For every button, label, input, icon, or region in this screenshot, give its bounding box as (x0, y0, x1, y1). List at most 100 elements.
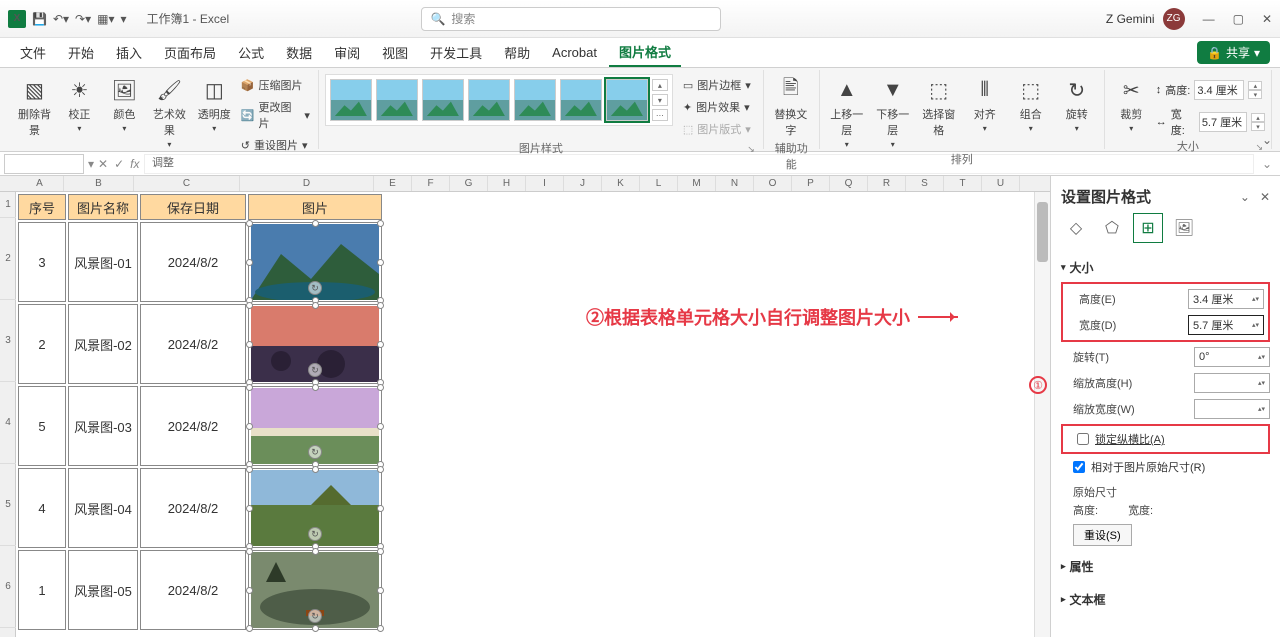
relative-original-checkbox[interactable]: 相对于图片原始尺寸(R) (1061, 456, 1270, 478)
share-button[interactable]: 🔒 共享 ▾ (1197, 41, 1270, 64)
collapse-ribbon-icon[interactable]: ⌄ (1262, 133, 1272, 147)
row-header-3[interactable]: 3 (0, 300, 16, 382)
col-header-G[interactable]: G (450, 176, 488, 191)
undo-icon[interactable]: ↶▾ (53, 12, 69, 26)
selection-pane-button[interactable]: ⬚选择窗格 (918, 74, 960, 140)
row-header-6[interactable]: 6 (0, 546, 16, 628)
rotate-handle-icon[interactable]: ↻ (308, 281, 322, 295)
cell-name[interactable]: 风景图-04 (68, 468, 138, 548)
col-header-S[interactable]: S (906, 176, 944, 191)
tab-review[interactable]: 审阅 (324, 39, 370, 66)
section-size[interactable]: ▾大小 (1061, 255, 1270, 280)
send-backward-button[interactable]: ▼下移一层▾ (872, 74, 914, 151)
remove-background-button[interactable]: ▧删除背景 (14, 74, 55, 140)
pane-close-icon[interactable]: ✕ (1260, 190, 1270, 204)
style-thumb-6[interactable] (560, 79, 602, 121)
cell-picture[interactable]: ↻ (248, 386, 382, 466)
row-header-2[interactable]: 2 (0, 218, 16, 300)
tab-file[interactable]: 文件 (10, 39, 56, 66)
tab-view[interactable]: 视图 (372, 39, 418, 66)
transparency-button[interactable]: ◫透明度▾ (194, 74, 235, 135)
artistic-effects-button[interactable]: 🖌艺术效果▾ (149, 74, 190, 151)
cell-picture[interactable]: ↻ (248, 304, 382, 384)
col-header-N[interactable]: N (716, 176, 754, 191)
align-button[interactable]: ⫴对齐▾ (964, 74, 1006, 135)
tab-insert[interactable]: 插入 (106, 39, 152, 66)
section-textbox[interactable]: ▸文本框 (1061, 587, 1270, 612)
row-header-5[interactable]: 5 (0, 464, 16, 546)
col-header-M[interactable]: M (678, 176, 716, 191)
qat-more-icon[interactable]: ▾ (120, 12, 126, 26)
pane-rotate-input[interactable]: 0°▴▾ (1194, 347, 1270, 367)
cell-name[interactable]: 风景图-03 (68, 386, 138, 466)
pane-tab-size-icon[interactable]: ⊞ (1133, 213, 1163, 243)
user-name[interactable]: Z Gemini (1106, 12, 1155, 26)
search-input[interactable]: 🔍 搜索 (421, 7, 721, 31)
compress-button[interactable]: 📦 压缩图片 (239, 76, 312, 94)
row-header-1[interactable]: 1 (0, 192, 16, 218)
tab-picture-format[interactable]: 图片格式 (609, 38, 681, 67)
cell-date[interactable]: 2024/8/2 (140, 468, 246, 548)
col-header-I[interactable]: I (526, 176, 564, 191)
change-picture-button[interactable]: 🔄 更改图片 ▾ (239, 98, 312, 132)
picture-layout-button[interactable]: ⬚ 图片版式 ▾ (681, 120, 753, 138)
corrections-button[interactable]: ☀校正▾ (59, 74, 100, 135)
height-down[interactable]: ▾ (1248, 90, 1262, 99)
height-up[interactable]: ▴ (1248, 81, 1262, 90)
cell-picture[interactable]: ↻ (248, 550, 382, 630)
width-up[interactable]: ▴ (1251, 113, 1265, 122)
picture-border-button[interactable]: ▭ 图片边框 ▾ (681, 76, 753, 94)
col-header-E[interactable]: E (374, 176, 412, 191)
style-thumb-7[interactable] (606, 79, 648, 121)
maximize-icon[interactable]: ▢ (1233, 12, 1244, 26)
group-button[interactable]: ⬚组合▾ (1010, 74, 1052, 135)
cell-seq[interactable]: 2 (18, 304, 66, 384)
col-header-T[interactable]: T (944, 176, 982, 191)
col-header-F[interactable]: F (412, 176, 450, 191)
styles-launcher-icon[interactable]: ↘ (325, 144, 755, 155)
cell-date[interactable]: 2024/8/2 (140, 550, 246, 630)
col-header-U[interactable]: U (982, 176, 1020, 191)
reset-button[interactable]: 重设(S) (1073, 524, 1132, 546)
save-icon[interactable]: 💾 (32, 12, 47, 26)
style-thumb-4[interactable] (468, 79, 510, 121)
rotate-handle-icon[interactable]: ↻ (308, 527, 322, 541)
tab-data[interactable]: 数据 (276, 39, 322, 66)
style-thumb-1[interactable] (330, 79, 372, 121)
pane-height-input[interactable]: 3.4 厘米▴▾ (1188, 289, 1264, 309)
col-header-Q[interactable]: Q (830, 176, 868, 191)
rotate-handle-icon[interactable]: ↻ (308, 363, 322, 377)
pane-scale-w-input[interactable]: ▴▾ (1194, 399, 1270, 419)
style-thumb-5[interactable] (514, 79, 556, 121)
tab-help[interactable]: 帮助 (494, 39, 540, 66)
rotate-handle-icon[interactable]: ↻ (308, 609, 322, 623)
gallery-more[interactable]: ▴▾⋯ (652, 79, 668, 121)
col-header-B[interactable]: B (64, 176, 134, 191)
close-icon[interactable]: ✕ (1262, 12, 1272, 26)
col-header-D[interactable]: D (240, 176, 374, 191)
cell-seq[interactable]: 3 (18, 222, 66, 302)
lock-aspect-checkbox[interactable]: 锁定纵横比(A) (1065, 428, 1266, 450)
expand-formula-icon[interactable]: ⌄ (1258, 157, 1276, 171)
width-down[interactable]: ▾ (1251, 122, 1265, 131)
col-header-L[interactable]: L (640, 176, 678, 191)
width-input[interactable]: 5.7 厘米 (1199, 112, 1247, 132)
size-launcher-icon[interactable]: ↘ (1111, 142, 1263, 153)
rotate-handle-icon[interactable]: ↻ (308, 445, 322, 459)
pane-options-icon[interactable]: ⌄ (1240, 190, 1250, 204)
bring-forward-button[interactable]: ▲上移一层▾ (826, 74, 868, 151)
tab-home[interactable]: 开始 (58, 39, 104, 66)
col-header-R[interactable]: R (868, 176, 906, 191)
cell-date[interactable]: 2024/8/2 (140, 222, 246, 302)
reset-picture-button[interactable]: ↺ 重设图片 ▾ (239, 136, 312, 154)
section-properties[interactable]: ▸属性 (1061, 554, 1270, 579)
cell-seq[interactable]: 1 (18, 550, 66, 630)
height-input[interactable]: 3.4 厘米 (1194, 80, 1244, 100)
rotate-button[interactable]: ↻旋转▾ (1056, 74, 1098, 135)
pane-width-input[interactable]: 5.7 厘米▴▾ (1188, 315, 1264, 335)
cell-picture[interactable]: ↻ (248, 468, 382, 548)
tab-layout[interactable]: 页面布局 (154, 39, 226, 66)
picture-style-gallery[interactable]: ▴▾⋯ (325, 74, 673, 126)
row-header-4[interactable]: 4 (0, 382, 16, 464)
pane-scale-h-input[interactable]: ▴▾ (1194, 373, 1270, 393)
